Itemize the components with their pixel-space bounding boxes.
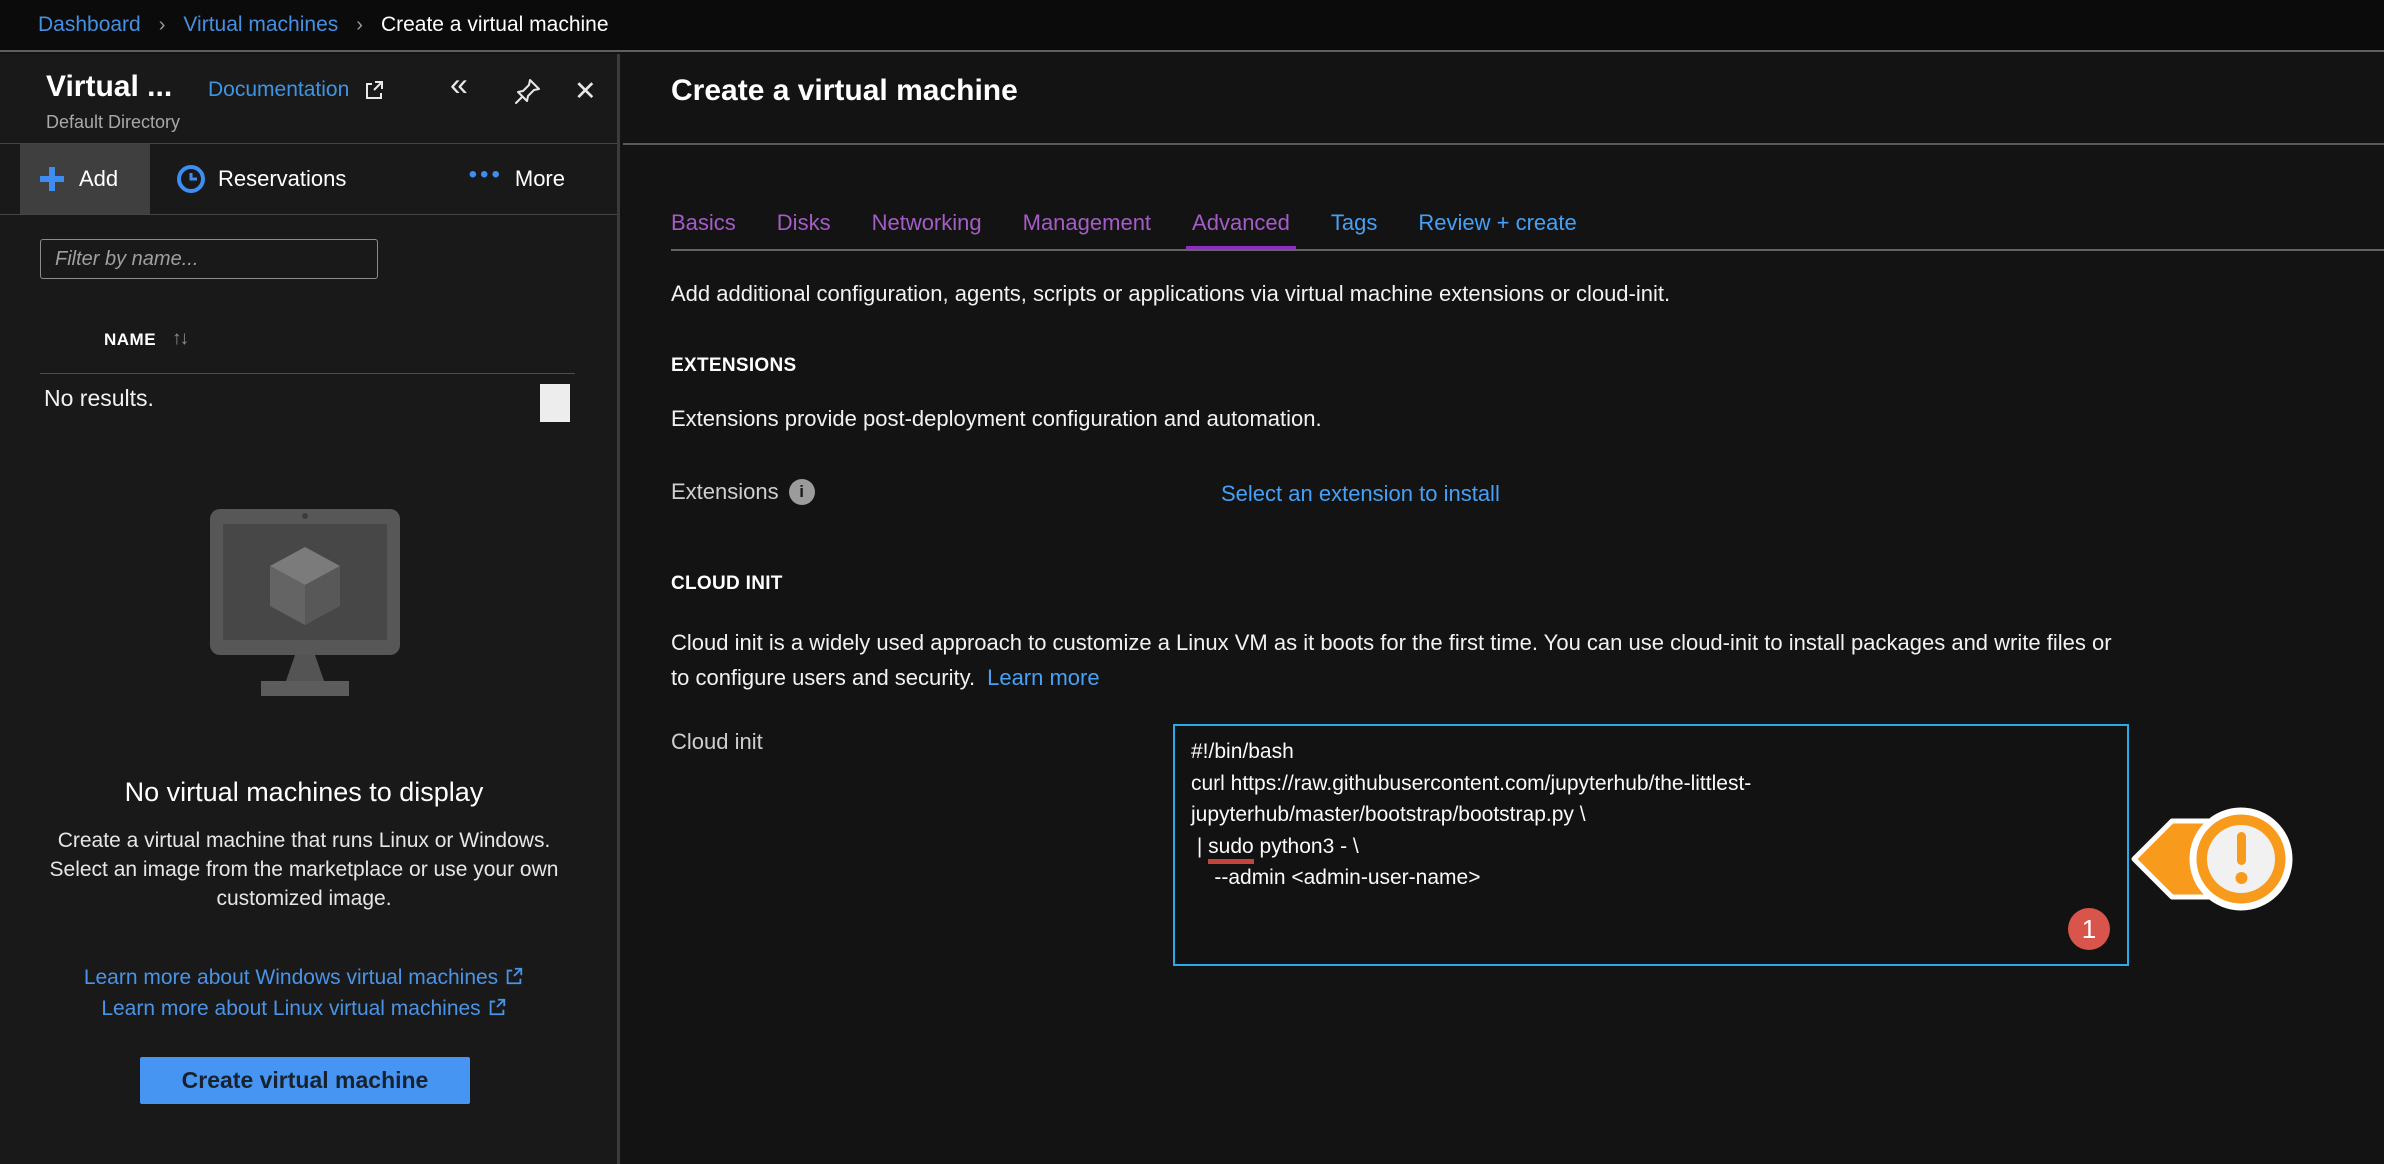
add-button[interactable]: Add <box>20 144 150 214</box>
external-link-icon <box>487 997 507 1017</box>
pin-icon[interactable] <box>513 76 543 111</box>
tab-basics[interactable]: Basics <box>671 210 736 251</box>
virtual-machines-panel: Virtual ... Documentation Default Direct… <box>0 54 620 1164</box>
create-vm-blade: Create a virtual machine Basics Disks Ne… <box>623 54 2384 1164</box>
empty-state-description: Create a virtual machine that runs Linux… <box>40 826 568 913</box>
tab-disks[interactable]: Disks <box>777 210 831 251</box>
scrollbar-thumb[interactable] <box>540 384 570 422</box>
reservations-button-label: Reservations <box>218 166 346 192</box>
tab-tags[interactable]: Tags <box>1331 210 1377 251</box>
cloud-init-section-header: CLOUD INIT <box>671 573 783 595</box>
info-icon[interactable]: i <box>789 479 815 505</box>
create-virtual-machine-button[interactable]: Create virtual machine <box>140 1057 470 1104</box>
learn-windows-vm-link[interactable]: Learn more about Windows virtual machine… <box>84 966 498 989</box>
grid-divider <box>40 373 575 374</box>
documentation-label: Documentation <box>208 78 349 102</box>
advanced-tab-content: Add additional configuration, agents, sc… <box>623 251 2384 1164</box>
external-link-icon <box>504 966 524 986</box>
breadcrumb-separator: › <box>356 14 363 37</box>
ellipsis-icon: ••• <box>469 161 503 189</box>
external-link-icon <box>363 79 385 101</box>
wizard-tabs: Basics Disks Networking Management Advan… <box>623 145 2384 251</box>
spellcheck-flagged-word: sudo <box>1208 835 1254 864</box>
breadcrumb-separator: › <box>159 14 166 37</box>
add-button-label: Add <box>79 166 118 192</box>
tab-management[interactable]: Management <box>1023 210 1151 251</box>
panel-title: Virtual ... <box>46 70 172 104</box>
clock-icon <box>176 164 206 194</box>
extensions-description: Extensions provide post-deployment confi… <box>671 406 1322 432</box>
sort-icon[interactable]: ↑↓ <box>172 328 187 350</box>
more-button-label: More <box>515 166 565 192</box>
blade-header: Create a virtual machine <box>623 54 2384 145</box>
annotation-step-badge: 1 <box>2068 908 2110 950</box>
more-button[interactable]: ••• More <box>469 165 565 193</box>
name-column-header[interactable]: NAME <box>104 330 156 350</box>
plus-icon <box>38 165 66 193</box>
warning-callout-icon <box>2120 785 2320 935</box>
empty-state-heading: No virtual machines to display <box>0 777 608 808</box>
tab-networking[interactable]: Networking <box>872 210 982 251</box>
learn-more-link[interactable]: Learn more <box>987 665 1100 690</box>
breadcrumb-dashboard[interactable]: Dashboard <box>38 13 141 37</box>
learn-more-links: Learn more about Windows virtual machine… <box>0 962 608 1024</box>
extensions-field-label: Extensions <box>671 479 779 505</box>
breadcrumb: Dashboard › Virtual machines › Create a … <box>0 0 2384 52</box>
no-results-text: No results. <box>44 385 154 412</box>
panel-header: Virtual ... Documentation Default Direct… <box>0 54 617 144</box>
cloud-init-field-label: Cloud init <box>671 729 763 755</box>
select-extension-link[interactable]: Select an extension to install <box>1221 481 1500 507</box>
learn-linux-vm-link[interactable]: Learn more about Linux virtual machines <box>101 997 480 1020</box>
collapse-panel-icon[interactable]: « <box>450 66 468 103</box>
filter-by-name-input[interactable] <box>40 239 378 279</box>
azure-portal-window: Dashboard › Virtual machines › Create a … <box>0 0 2384 1164</box>
reservations-button[interactable]: Reservations <box>176 164 346 194</box>
empty-vm-illustration <box>200 503 410 731</box>
documentation-link[interactable]: Documentation <box>208 78 385 102</box>
extensions-section-header: EXTENSIONS <box>671 355 796 377</box>
tab-intro-text: Add additional configuration, agents, sc… <box>671 281 1670 307</box>
cloud-init-description: Cloud init is a widely used approach to … <box>671 625 2116 695</box>
page-title: Create a virtual machine <box>671 74 1018 108</box>
tab-review-create[interactable]: Review + create <box>1418 210 1576 251</box>
panel-toolbar: Add Reservations ••• More <box>0 144 617 215</box>
extensions-field-row: Extensions i Select an extension to inst… <box>671 479 2384 505</box>
breadcrumb-current-page: Create a virtual machine <box>381 13 609 37</box>
breadcrumb-virtual-machines[interactable]: Virtual machines <box>183 13 338 37</box>
directory-subtitle: Default Directory <box>46 112 180 133</box>
cloud-init-description-text: Cloud init is a widely used approach to … <box>671 630 2112 690</box>
tab-advanced[interactable]: Advanced <box>1192 210 1290 251</box>
cloud-init-script: #!/bin/bash curl https://raw.githubuserc… <box>1191 736 2111 894</box>
close-icon[interactable]: ✕ <box>574 76 597 107</box>
cloud-init-input[interactable]: #!/bin/bash curl https://raw.githubuserc… <box>1173 724 2129 966</box>
